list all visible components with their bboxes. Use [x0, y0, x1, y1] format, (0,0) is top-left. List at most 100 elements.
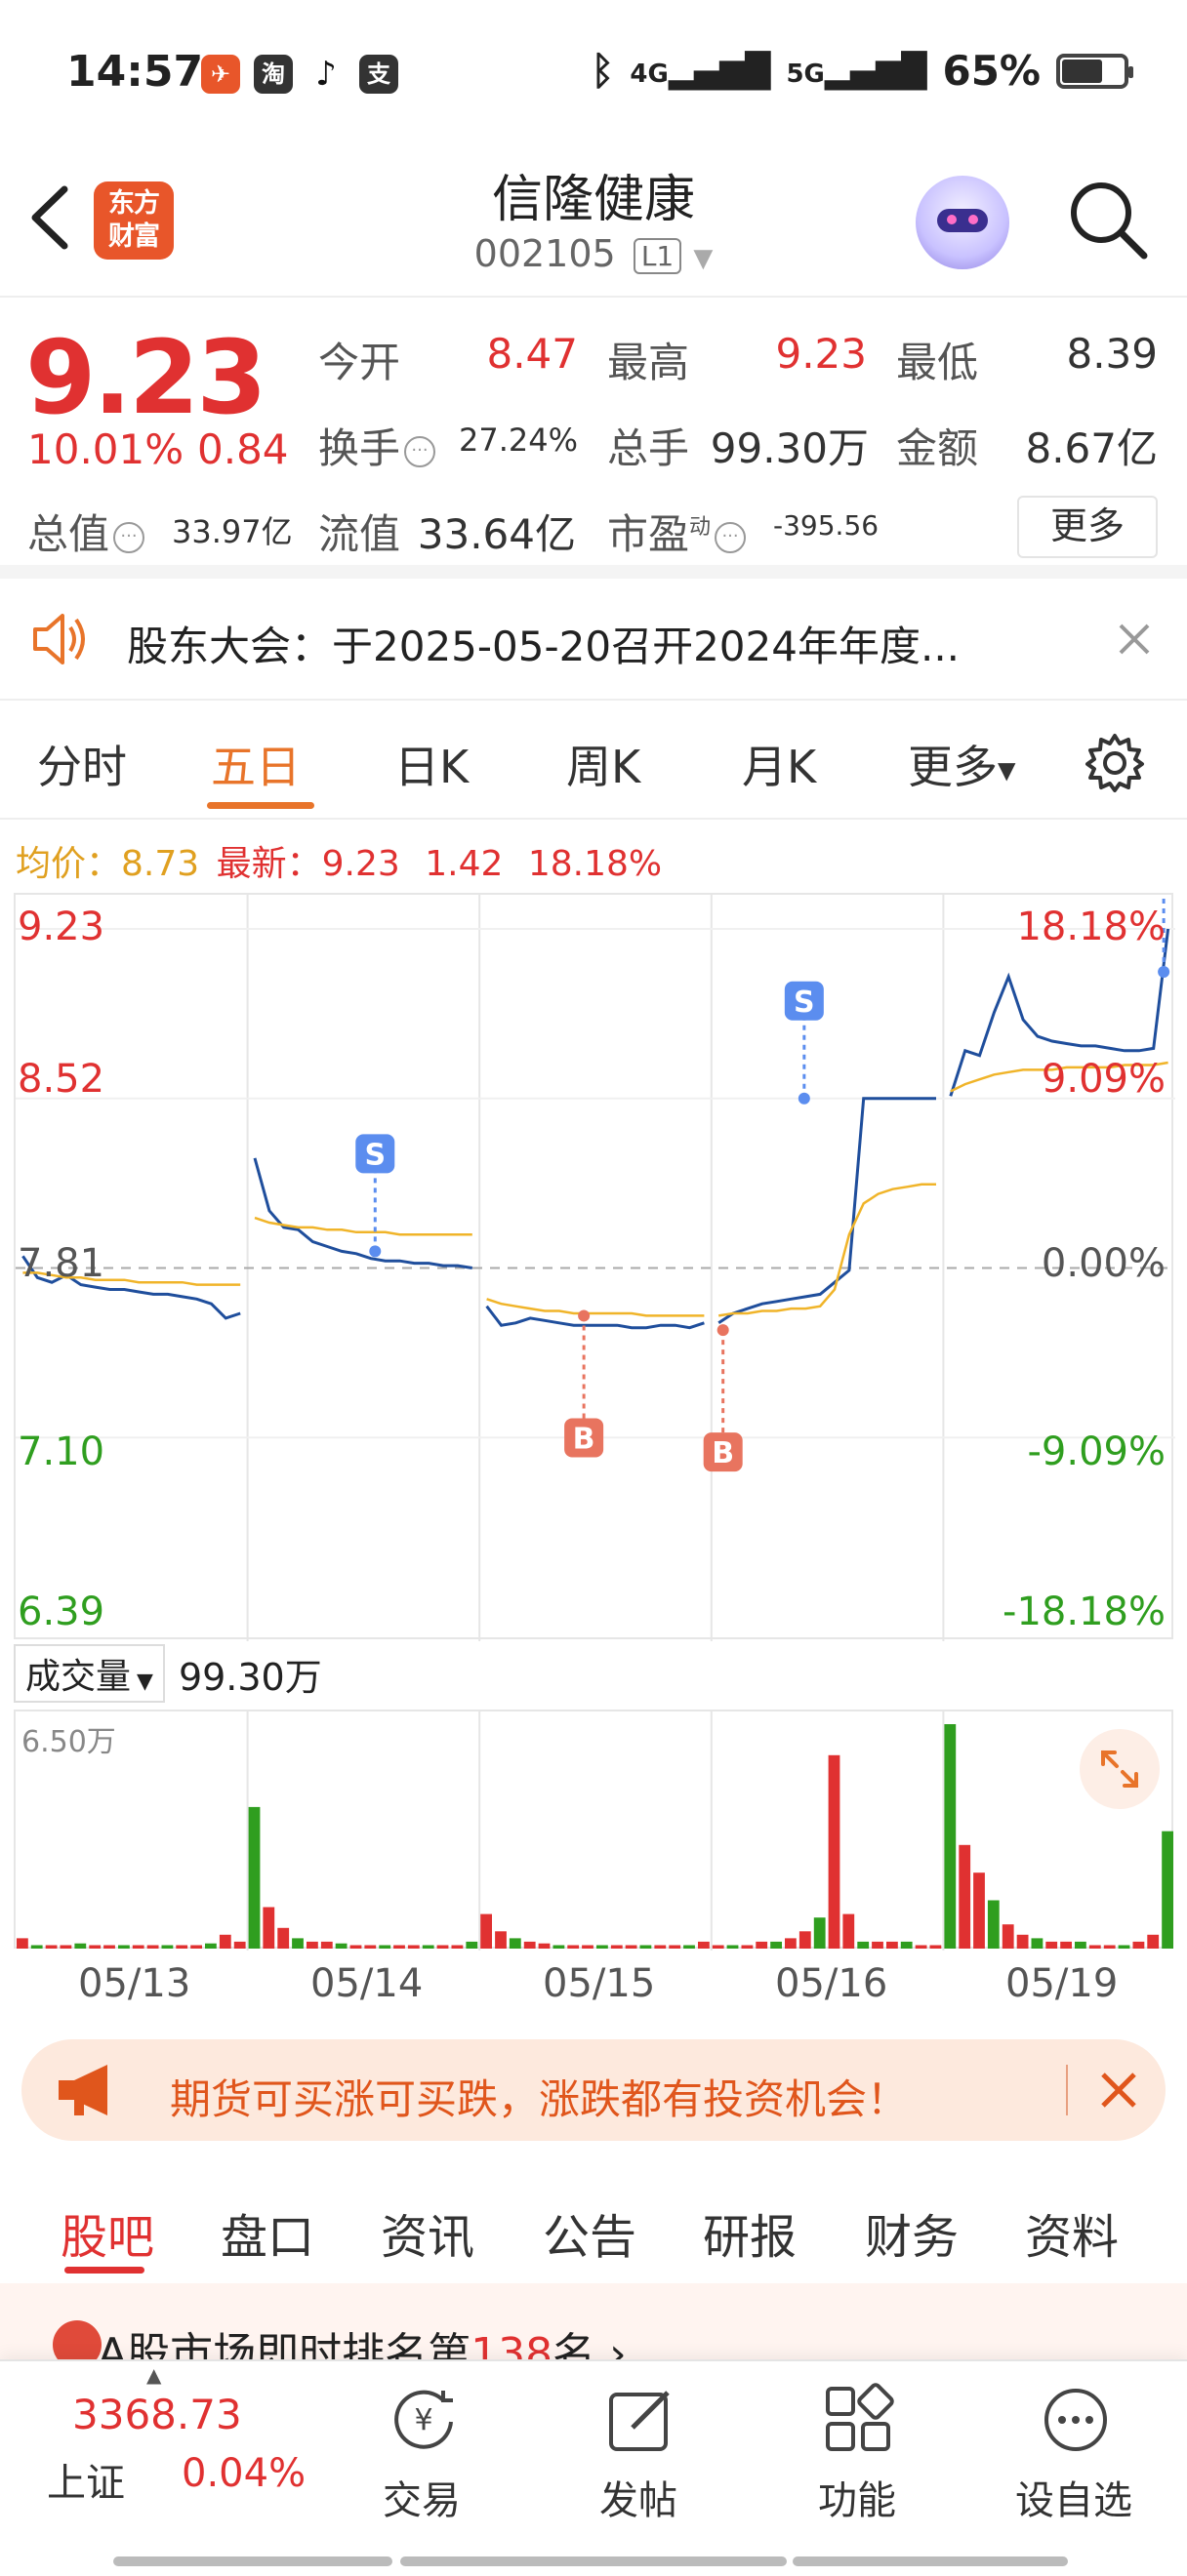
status-right-group: ᛒ 4G▂▄▆█ 5G▂▄▆█ 65% [591, 47, 1133, 95]
volume-bar [307, 1941, 318, 1949]
tab-pankou[interactable]: 盘口 [221, 2198, 314, 2267]
volume-bar [422, 1945, 434, 1949]
robot-assistant-icon[interactable] [916, 176, 1009, 269]
volume-chart[interactable]: 6.50万 [14, 1710, 1173, 1951]
tab-five-day[interactable]: 五日 [211, 732, 301, 796]
expand-button[interactable] [1080, 1729, 1160, 1809]
volume-bar [1031, 1938, 1044, 1949]
five-day-chart[interactable]: SBBSS 9.23 8.52 7.81 7.10 6.39 18.18% 9.… [14, 855, 1184, 1641]
more-button[interactable]: 更多 [1017, 496, 1158, 558]
tab-announcements[interactable]: 公告 [543, 2198, 636, 2267]
tab-more[interactable]: 更多▼ [908, 732, 1015, 796]
tiktok-icon: ♪ [307, 55, 346, 94]
close-icon[interactable] [1117, 622, 1152, 657]
volume-bar [669, 1945, 681, 1949]
volume-bar [567, 1945, 580, 1949]
latest-value: 9.23 [321, 844, 400, 884]
tab-profile[interactable]: 资料 [1025, 2198, 1119, 2267]
y-tick-right: 9.09% [1041, 1057, 1166, 1102]
total-hand-value: 99.30万 [710, 424, 869, 472]
float-value-label: 流值 [318, 510, 401, 558]
volume-bar [726, 1945, 739, 1949]
info-icon[interactable]: ··· [715, 521, 747, 553]
chevron-down-icon[interactable]: ▼ [693, 244, 713, 273]
tab-intraday[interactable]: 分时 [37, 732, 127, 796]
period-tabs: 分时 五日 日K 周K 月K 更多▼ [0, 703, 1187, 820]
volume-bar [1162, 1831, 1173, 1949]
volume-bar [436, 1945, 449, 1949]
sell-marker-dot [1158, 966, 1170, 979]
tab-monthly-k[interactable]: 月K [742, 732, 816, 796]
tab-guba[interactable]: 股吧 [61, 2198, 154, 2267]
volume-bar [987, 1900, 1000, 1949]
info-icon[interactable]: ··· [113, 521, 145, 553]
volume-bar [263, 1907, 275, 1949]
volume-bar [872, 1941, 883, 1949]
info-icon[interactable]: ··· [404, 435, 436, 467]
volume-bar [1132, 1941, 1145, 1949]
scroll-indicator [113, 2556, 392, 2566]
volume-bar [17, 1938, 28, 1949]
search-icon[interactable] [1066, 178, 1150, 262]
speaker-icon [33, 614, 85, 664]
active-tab-underline [207, 802, 314, 809]
volume-bar [712, 1945, 724, 1949]
volume-bar [770, 1941, 782, 1949]
level-badge: L1 [633, 238, 682, 274]
tab-finance[interactable]: 财务 [865, 2198, 959, 2267]
stock-header: 东方财富 信隆健康 002105 L1 ▼ [0, 146, 1187, 298]
close-icon[interactable] [1099, 2071, 1138, 2110]
promo-banner[interactable]: 期货可买涨可买跌，涨跌都有投资机会！ [21, 2039, 1166, 2141]
volume-bar [683, 1945, 695, 1949]
gear-icon[interactable] [1084, 732, 1146, 794]
volume-bar [205, 1943, 217, 1949]
volume-bar [842, 1913, 855, 1949]
caret-down-icon: ▼ [998, 756, 1016, 785]
volume-bar [60, 1945, 72, 1949]
volume-bar [915, 1945, 927, 1949]
volume-bar [495, 1931, 507, 1949]
change-abs: 0.84 [197, 425, 289, 473]
price-line [485, 1305, 705, 1330]
volume-bar [596, 1945, 608, 1949]
notice-text: 股东大会：于2025-05-20召开2024年年度... [127, 623, 961, 670]
buy-marker-dot [578, 1309, 591, 1322]
volume-max-label: 6.50万 [21, 1725, 116, 1759]
volume-bar [553, 1945, 565, 1949]
taobao-icon: 淘 [254, 55, 293, 94]
open-label: 今开 [318, 339, 401, 386]
high-label: 最高 [607, 339, 690, 386]
stock-code: 002105 [473, 232, 616, 275]
volume-indicator-select[interactable]: 成交量 ▼ [14, 1644, 165, 1703]
notice-bar[interactable]: 股东大会：于2025-05-20召开2024年年度... [0, 579, 1187, 701]
volume-bar [929, 1945, 942, 1949]
volume-bar [1060, 1941, 1072, 1949]
tab-weekly-k[interactable]: 周K [566, 732, 640, 796]
rank-strip[interactable]: A股市场即时排名第138名 › [0, 2283, 1187, 2361]
y-tick-left: 7.81 [18, 1241, 105, 1286]
volume-bar [146, 1945, 159, 1949]
total-hand-label: 总手 [607, 424, 690, 472]
x-date-label: 05/16 [775, 1961, 888, 2006]
tab-news[interactable]: 资讯 [381, 2198, 474, 2267]
volume-chart-svg [17, 1711, 1173, 1951]
avg-price-line [718, 1183, 936, 1317]
rank-chart-icon [53, 2320, 102, 2361]
latest-change-pct: 18.18% [527, 844, 663, 884]
volume-bar [828, 1754, 840, 1949]
volume-bar [176, 1945, 188, 1949]
volume-bar [857, 1941, 870, 1949]
volume-bar [1103, 1945, 1116, 1949]
low-label: 最低 [896, 339, 979, 386]
volume-total: 99.30万 [178, 1655, 322, 1699]
index-ticker[interactable]: ▲ 3368.73 上证 0.04% [0, 2361, 306, 2576]
tab-daily-k[interactable]: 日K [394, 732, 469, 796]
volume-bar [582, 1945, 594, 1949]
grid-icon [826, 2383, 894, 2451]
tab-research[interactable]: 研报 [703, 2198, 797, 2267]
index-name: 上证 [47, 2461, 125, 2506]
edit-icon [609, 2391, 670, 2451]
status-bar: 14:57 ✈ 淘 ♪ 支 ᛒ 4G▂▄▆█ 5G▂▄▆█ 65% [0, 0, 1187, 146]
volume-bar [756, 1941, 768, 1949]
volume-bar [103, 1945, 115, 1949]
